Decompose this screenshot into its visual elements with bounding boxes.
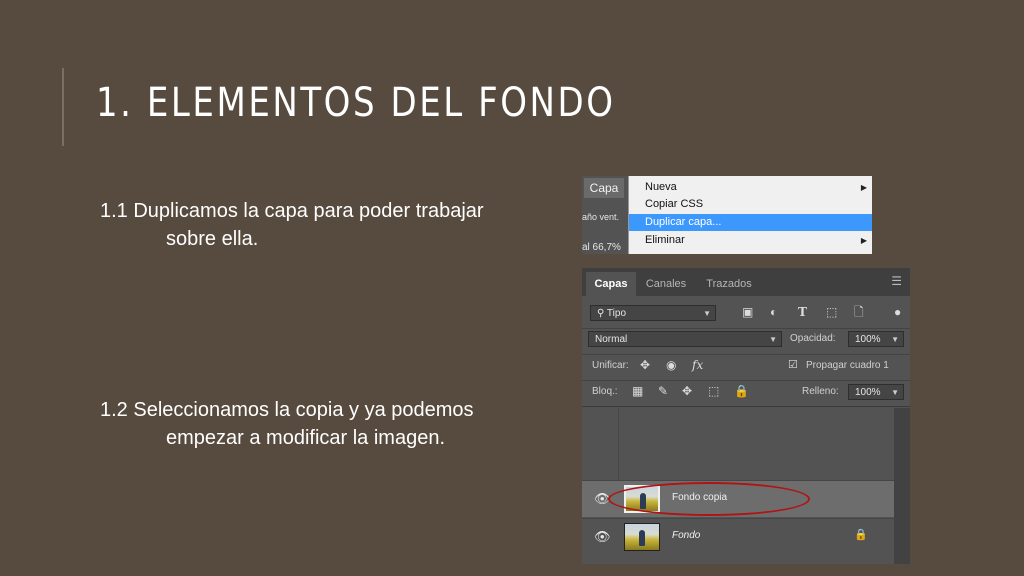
layer-thumbnail (624, 485, 660, 513)
opacity-input[interactable]: 100% ▼ (848, 331, 904, 347)
menu-item-label: Eliminar (645, 234, 685, 246)
menu-item-label: Duplicar capa... (645, 216, 722, 228)
lock-pixels-icon[interactable]: ✎ (658, 383, 668, 399)
visibility-eye-icon[interactable]: 👁 (594, 491, 611, 507)
divider (582, 380, 910, 381)
layer-name: Fondo (672, 530, 701, 541)
visibility-eye-icon[interactable]: 👁 (594, 529, 611, 545)
divider (582, 328, 910, 329)
bullet-2-lead: 1.2 Seleccionamos la copia y ya podemos (100, 399, 474, 421)
bullet-1-lead: 1.1 Duplicamos la capa para poder trabaj… (100, 200, 484, 222)
blend-row: Normal ▼ Opacidad: 100% ▼ (582, 330, 910, 348)
submenu-arrow-icon: ▶ (860, 236, 867, 245)
divider (582, 406, 910, 407)
type-filter-icon[interactable]: T (798, 304, 807, 320)
shape-filter-icon[interactable]: ⬚ (826, 304, 837, 320)
window-size-text: año vent. (582, 212, 620, 222)
scrollbar[interactable] (894, 408, 910, 564)
search-icon: ⚲ (597, 308, 607, 319)
propagate-label: Propagar cuadro 1 (806, 360, 889, 371)
filter-type-select[interactable]: ⚲ Tipo ▼ (590, 305, 716, 321)
chevron-down-icon: ▼ (769, 335, 777, 344)
fill-input[interactable]: 100% ▼ (848, 384, 904, 400)
unify-row: Unificar: ✥ ◉ fx ☑ Propagar cuadro 1 (582, 357, 910, 375)
layer-name: Fondo copia (672, 492, 728, 503)
lock-artboard-icon[interactable]: ⬚ (708, 383, 719, 399)
chevron-down-icon: ▼ (703, 309, 711, 318)
submenu-arrow-icon: ▶ (860, 183, 867, 192)
bullet-2-continuation: empezar a modificar la imagen. (166, 427, 446, 449)
lock-label: Bloq.: (592, 386, 618, 397)
opacity-value: 100% (855, 334, 881, 345)
propagate-checkbox[interactable]: ☑ (788, 357, 798, 373)
adjustment-filter-icon[interactable]: ◐ (770, 304, 777, 320)
menu-item-nueva[interactable]: Nueva ▶ (629, 179, 872, 196)
lock-position-icon[interactable]: ✥ (682, 383, 692, 399)
menu-item-copiar-css[interactable]: Copiar CSS (629, 196, 872, 213)
tab-capas[interactable]: Capas (586, 272, 636, 296)
image-filter-icon[interactable]: ▣ (742, 304, 753, 320)
bullet-select-copy: 1.2 Seleccionamos la copia y ya podemos … (100, 396, 560, 452)
bullet-duplicate-layer: 1.1 Duplicamos la capa para poder trabaj… (100, 197, 560, 253)
filter-toggle-icon[interactable]: ● (894, 304, 901, 320)
slide-title: 1. ELEMENTOS DEL FONDO (96, 80, 616, 126)
unify-label: Unificar: (592, 360, 629, 371)
lock-row: Bloq.: ▦ ✎ ✥ ⬚ 🔒 Relleno: 100% ▼ (582, 383, 910, 401)
tab-canales[interactable]: Canales (638, 272, 694, 296)
unify-position-icon[interactable]: ✥ (640, 357, 650, 373)
capa-menu-button[interactable]: Capa (584, 178, 624, 198)
divider (582, 354, 910, 355)
blend-mode-value: Normal (595, 334, 628, 345)
menu-item-eliminar[interactable]: Eliminar ▶ (629, 232, 872, 249)
panel-tab-bar: Capas Canales Trazados ☰ (582, 268, 910, 296)
filter-row: ⚲ Tipo ▼ ▣ ◐ T ⬚ 🗋 ● (582, 304, 910, 322)
layer-dropdown-menu: Nueva ▶ Copiar CSS Duplicar capa... Elim… (628, 176, 872, 254)
opacity-label: Opacidad: (790, 333, 836, 344)
divider (618, 408, 619, 480)
menu-item-duplicar-capa[interactable]: Duplicar capa... (629, 214, 872, 231)
chevron-down-icon: ▼ (891, 388, 899, 397)
fill-label: Relleno: (802, 386, 839, 397)
lock-transparency-icon[interactable]: ▦ (632, 383, 643, 399)
layer-row-fondo[interactable]: 👁 Fondo 🔒 (582, 518, 894, 555)
zoom-text: al 66,7% (582, 242, 621, 253)
blend-mode-select[interactable]: Normal ▼ (588, 331, 782, 347)
unify-visibility-icon[interactable]: ◉ (666, 357, 676, 373)
panel-menu-icon[interactable]: ☰ (891, 274, 902, 288)
lock-icon: 🔒 (854, 529, 868, 541)
unify-style-icon[interactable]: fx (692, 357, 703, 373)
title-accent-bar (62, 68, 64, 146)
chevron-down-icon: ▼ (891, 335, 899, 344)
layer-row-fondo-copia[interactable]: 👁 Fondo copia (582, 480, 894, 517)
fill-value: 100% (855, 387, 881, 398)
tab-trazados[interactable]: Trazados (698, 272, 760, 296)
filter-type-value: Tipo (606, 308, 627, 319)
smart-object-filter-icon[interactable]: 🗋 (854, 304, 864, 320)
layers-list: 👁 Fondo copia 👁 Fondo 🔒 (582, 408, 894, 564)
layers-panel: Capas Canales Trazados ☰ ⚲ Tipo ▼ ▣ ◐ T … (582, 268, 910, 564)
layer-menu-screenshot: Capa año vent. al 66,7% Nueva ▶ Copiar C… (582, 176, 872, 254)
menu-item-label: Nueva (645, 181, 677, 193)
bullet-1-continuation: sobre ella. (166, 228, 259, 250)
layer-thumbnail (624, 523, 660, 551)
lock-all-icon[interactable]: 🔒 (734, 383, 749, 399)
menu-item-label: Copiar CSS (645, 198, 704, 210)
